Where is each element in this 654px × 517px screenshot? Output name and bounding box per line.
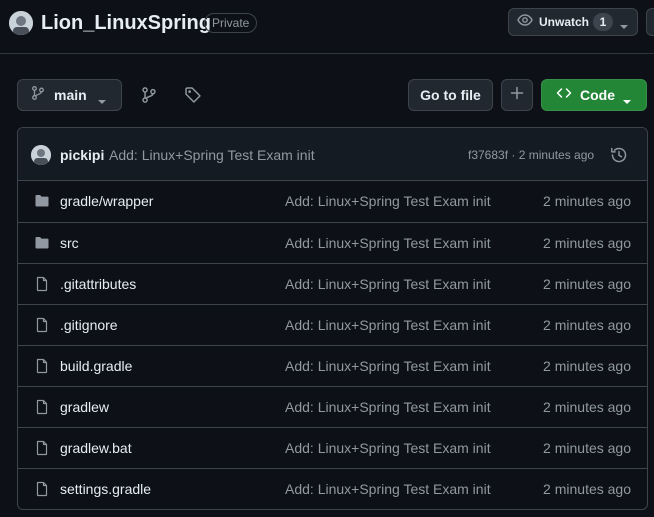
file-name-link[interactable]: build.gradle xyxy=(60,358,132,375)
file-commit-age: 2 minutes ago xyxy=(543,481,631,497)
file-row[interactable]: .gitattributes Add: Linux+Spring Test Exa… xyxy=(18,263,647,304)
repo-header: Lion_LinuxSpring Private Unwatch 1 xyxy=(0,0,654,54)
branches-button[interactable] xyxy=(140,86,160,106)
tags-button[interactable] xyxy=(184,86,204,106)
folder-icon xyxy=(34,235,50,251)
file-commit-age: 2 minutes ago xyxy=(543,358,631,374)
file-icon xyxy=(34,276,50,292)
file-commit-age: 2 minutes ago xyxy=(543,276,631,292)
file-icon xyxy=(34,358,50,374)
branch-selector-button[interactable]: main xyxy=(17,79,122,111)
file-icon xyxy=(34,399,50,415)
file-commit-age: 2 minutes ago xyxy=(543,193,631,209)
code-label: Code xyxy=(580,87,615,103)
file-row[interactable]: build.gradle Add: Linux+Spring Test Exam … xyxy=(18,345,647,386)
file-icon xyxy=(34,440,50,456)
unwatch-label: Unwatch xyxy=(539,15,590,29)
commit-author-link[interactable]: pickipi xyxy=(60,147,104,164)
visibility-badge: Private xyxy=(204,13,258,33)
code-icon xyxy=(556,85,572,106)
git-branch-icon xyxy=(30,85,46,106)
owner-avatar[interactable] xyxy=(9,11,33,35)
file-name-link[interactable]: gradlew.bat xyxy=(60,440,132,457)
file-commit-message-link[interactable]: Add: Linux+Spring Test Exam init xyxy=(285,440,491,457)
file-commit-age: 2 minutes ago xyxy=(543,317,631,333)
file-row[interactable]: gradlew.bat Add: Linux+Spring Test Exam i… xyxy=(18,427,647,468)
file-commit-age: 2 minutes ago xyxy=(543,399,631,415)
folder-icon xyxy=(34,193,50,209)
file-commit-age: 2 minutes ago xyxy=(543,440,631,456)
file-name-link[interactable]: settings.gradle xyxy=(60,481,151,498)
history-icon[interactable] xyxy=(610,146,628,164)
commit-message-link[interactable]: Add: Linux+Spring Test Exam init xyxy=(109,147,315,164)
file-commit-message-link[interactable]: Add: Linux+Spring Test Exam init xyxy=(285,193,491,210)
file-row[interactable]: settings.gradle Add: Linux+Spring Test Ex… xyxy=(18,468,647,509)
file-name-link[interactable]: .gitattributes xyxy=(60,276,136,293)
file-row[interactable]: .gitignore Add: Linux+Spring Test Exam in… xyxy=(18,304,647,345)
chevron-down-icon xyxy=(97,93,107,111)
file-commit-message-link[interactable]: Add: Linux+Spring Test Exam init xyxy=(285,399,491,416)
file-table: pickipi Add: Linux+Spring Test Exam init… xyxy=(17,127,648,510)
file-row[interactable]: src Add: Linux+Spring Test Exam init 2 min… xyxy=(18,222,647,263)
file-name-link[interactable]: src xyxy=(60,235,79,252)
file-commit-message-link[interactable]: Add: Linux+Spring Test Exam init xyxy=(285,481,491,498)
add-file-button[interactable] xyxy=(501,79,533,111)
go-to-file-button[interactable]: Go to file xyxy=(408,79,493,111)
file-icon xyxy=(34,317,50,333)
file-icon xyxy=(34,481,50,497)
watch-button-group: Unwatch 1 xyxy=(508,8,638,36)
repo-name[interactable]: Lion_LinuxSpring xyxy=(41,10,211,36)
file-name-link[interactable]: .gitignore xyxy=(60,317,118,334)
watchers-count-badge: 1 xyxy=(593,13,613,31)
eye-icon xyxy=(517,12,533,33)
file-row[interactable]: gradlew Add: Linux+Spring Test Exam init 2… xyxy=(18,386,647,427)
branch-name: main xyxy=(54,87,87,103)
fork-button[interactable] xyxy=(646,8,654,36)
file-commit-message-link[interactable]: Add: Linux+Spring Test Exam init xyxy=(285,276,491,293)
chevron-down-icon xyxy=(622,93,632,111)
code-button[interactable]: Code xyxy=(541,79,647,111)
git-branch-icon xyxy=(140,87,158,108)
chevron-down-icon[interactable] xyxy=(619,18,629,36)
file-commit-message-link[interactable]: Add: Linux+Spring Test Exam init xyxy=(285,235,491,252)
tag-icon xyxy=(184,87,202,108)
file-name-link[interactable]: gradle/wrapper xyxy=(60,193,153,210)
file-commit-age: 2 minutes ago xyxy=(543,235,631,251)
avatar[interactable] xyxy=(31,145,51,165)
latest-commit-bar: pickipi Add: Linux+Spring Test Exam init… xyxy=(18,128,647,181)
file-row[interactable]: gradle/wrapper Add: Linux+Spring Test Exa… xyxy=(18,181,647,222)
file-commit-message-link[interactable]: Add: Linux+Spring Test Exam init xyxy=(285,317,491,334)
commit-hash-and-time[interactable]: f37683f · 2 minutes ago xyxy=(468,148,594,163)
plus-icon xyxy=(510,86,524,105)
file-commit-message-link[interactable]: Add: Linux+Spring Test Exam init xyxy=(285,358,491,375)
file-name-link[interactable]: gradlew xyxy=(60,399,109,416)
